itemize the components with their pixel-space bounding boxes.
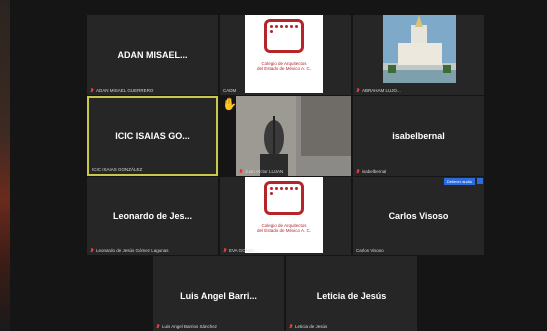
caption-text: ADAN MISAEL GUERRERO <box>96 88 154 93</box>
muted-mic-icon <box>90 248 94 253</box>
participant-tile-eva[interactable]: Colegio de Arquitectos del Estado de Méx… <box>220 177 351 255</box>
muted-mic-icon <box>223 248 227 253</box>
caption-text: ICIC ISAIAS GONZÁLEZ <box>92 167 143 172</box>
caption-text: CADM <box>223 88 237 93</box>
participant-tile-carlos[interactable]: Detener audio Carlos Visoso Carlos Visos… <box>353 177 484 255</box>
participant-tile-cadm[interactable]: Colegio de Arquitectos del Estado de Méx… <box>220 15 351 95</box>
raised-hand-icon: ✋ <box>222 97 237 111</box>
participant-caption: Luis Angel Barrios Sánchez <box>156 324 217 329</box>
participant-tile-abraham[interactable]: ABRAHAM LUJO... <box>353 15 484 95</box>
participant-tile-isabel[interactable]: isabelbernal isabelbernal <box>353 96 484 176</box>
caption-text: EVA GONZA... <box>229 248 259 253</box>
muted-mic-icon <box>239 169 243 174</box>
caption-text: ABRAHAM LUJO... <box>362 88 401 93</box>
participant-name: isabelbernal <box>392 131 445 141</box>
muted-mic-icon <box>356 169 360 174</box>
temple-photo <box>383 15 456 83</box>
speaker-icon[interactable] <box>477 178 483 184</box>
muted-mic-icon <box>289 324 293 329</box>
building-emblem-icon <box>264 19 304 53</box>
participant-name: Carlos Visoso <box>388 211 449 221</box>
participant-caption: EVA GONZA... <box>223 248 258 253</box>
participant-caption: ABRAHAM LUJO... <box>356 88 401 93</box>
caption-text: Leticia de Jesús <box>295 324 328 329</box>
organization-logo: Colegio de Arquitectos del Estado de Méx… <box>245 15 323 93</box>
caption-text: Carlos Visoso <box>356 248 384 253</box>
participant-tile-icic[interactable]: ICIC ISAIAS GO... ICIC ISAIAS GONZÁLEZ <box>87 96 218 176</box>
participant-caption: Juan Víctor LUJAN <box>239 169 283 174</box>
participant-tile-leticia[interactable]: Leticia de Jesús Leticia de Jesús <box>286 256 417 331</box>
participant-caption: Carlos Visoso <box>356 248 384 253</box>
participant-caption: Leticia de Jesús <box>289 324 327 329</box>
caption-text: Luis Angel Barrios Sánchez <box>162 324 218 329</box>
participant-caption: CADM <box>223 88 236 93</box>
caption-text: isabelbernal <box>362 169 387 174</box>
participant-name: Leticia de Jesús <box>316 291 387 301</box>
left-edge-strip <box>0 0 10 331</box>
building-emblem-icon <box>264 181 304 215</box>
muted-mic-icon <box>90 88 94 93</box>
muted-mic-icon <box>356 88 360 93</box>
participant-tile-luis[interactable]: Luis Angel Barri... Luis Angel Barrios S… <box>153 256 284 331</box>
participant-caption: Leonardo de Jesús Gómez Lagunas <box>90 248 169 253</box>
participant-name: ADAN MISAEL... <box>117 50 188 60</box>
participant-name: Leonardo de Jes... <box>112 211 193 221</box>
organization-logo: Colegio de Arquitectos del Estado de Méx… <box>245 177 323 253</box>
camera-video-feed <box>236 96 351 176</box>
participant-tile-adan[interactable]: ADAN MISAEL... ADAN MISAEL GUERRERO <box>87 15 218 95</box>
logo-text-line2: del Estado de México A. C. <box>256 66 312 71</box>
participant-caption: ICIC ISAIAS GONZÁLEZ <box>92 167 142 172</box>
stop-audio-button[interactable]: Detener audio <box>443 178 475 185</box>
participant-caption: isabelbernal <box>356 169 386 174</box>
participant-name: Luis Angel Barri... <box>180 291 257 301</box>
muted-mic-icon <box>156 324 160 329</box>
participant-tile-juan-victor[interactable]: Juan Víctor LUJAN <box>236 96 351 176</box>
caption-text: Juan Víctor LUJAN <box>245 169 284 174</box>
participant-name: ICIC ISAIAS GO... <box>115 131 190 141</box>
participant-tile-leonardo[interactable]: Leonardo de Jes... Leonardo de Jesús Góm… <box>87 177 218 255</box>
caption-text: Leonardo de Jesús Gómez Lagunas <box>96 248 169 253</box>
participant-caption: ADAN MISAEL GUERRERO <box>90 88 153 93</box>
logo-text-line2: del Estado de México A. C. <box>256 228 312 233</box>
